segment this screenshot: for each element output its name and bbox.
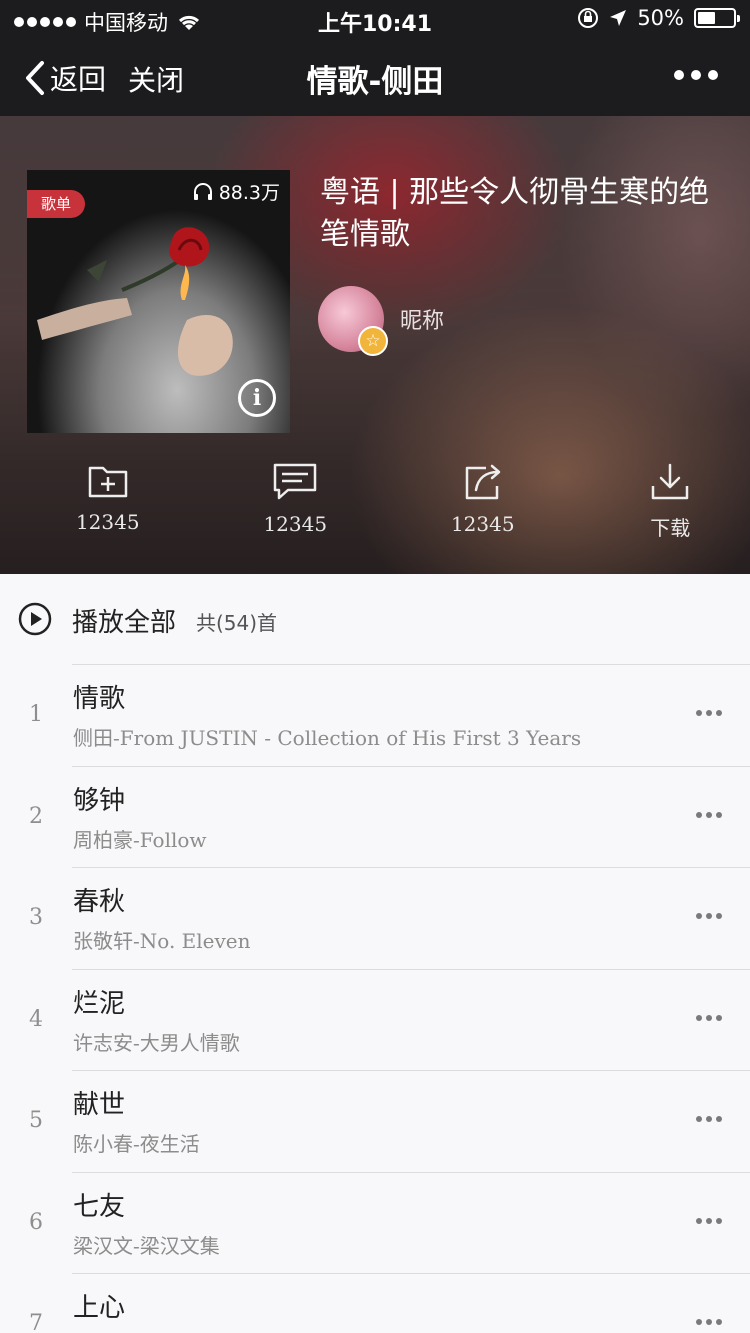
more-menu-button[interactable]	[674, 70, 718, 80]
song-subtitle: 梁汉文-梁汉文集	[73, 1233, 220, 1258]
playlist-tag: 歌单	[27, 190, 86, 218]
comment-button[interactable]: 12345	[216, 462, 376, 541]
song-title: 上心	[73, 1293, 126, 1323]
play-all-row[interactable]: 播放全部 共(54)首	[0, 574, 750, 664]
battery-icon	[694, 8, 740, 28]
song-index: 2	[29, 803, 43, 829]
play-circle-icon[interactable]	[18, 602, 52, 636]
song-title: 够钟	[73, 785, 126, 816]
info-icon[interactable]: i	[238, 379, 276, 417]
song-more-button[interactable]	[696, 1116, 722, 1122]
orientation-lock-icon	[578, 8, 599, 28]
status-bar: 中国移动 上午10:41 50%	[0, 0, 750, 40]
folder-add-icon	[88, 466, 127, 498]
song-index: 4	[29, 1006, 43, 1032]
collect-button[interactable]: 12345	[28, 462, 188, 541]
download-icon	[652, 463, 689, 500]
creator-name: 昵称	[400, 309, 445, 334]
song-more-button[interactable]	[696, 913, 722, 919]
song-title: 春秋	[73, 887, 126, 917]
comment-count: 12345	[263, 512, 328, 536]
share-count: 12345	[450, 512, 515, 536]
song-index: 1	[29, 702, 43, 727]
song-more-button[interactable]	[696, 811, 722, 818]
playlist-header: 歌单 88.3万 i 粤语 | 那些令人彻骨生寒的绝笔情歌 ☆ 昵称 12345…	[0, 116, 750, 574]
avatar[interactable]: ☆	[318, 286, 388, 356]
status-bar-right: 50%	[577, 6, 740, 30]
nav-bar: 返回 关闭 情歌-侧田	[0, 40, 750, 116]
song-count: 共(54)首	[196, 611, 278, 635]
song-title: 情歌	[73, 684, 126, 714]
song-row[interactable]: 4 烂泥 许志安-大男人情歌	[0, 968, 750, 1071]
share-icon	[465, 464, 500, 500]
song-index: 7	[29, 1311, 43, 1333]
song-index: 3	[29, 905, 43, 930]
song-row[interactable]: 3 春秋 张敬轩-No. Eleven	[0, 867, 750, 969]
comment-icon	[274, 463, 317, 500]
song-title: 烂泥	[73, 988, 126, 1019]
song-subtitle: 周柏豪-Follow	[73, 827, 207, 852]
song-row[interactable]: 7 上心	[0, 1273, 750, 1333]
location-icon	[610, 10, 627, 26]
song-subtitle: 许志安-大男人情歌	[73, 1030, 240, 1055]
song-more-button[interactable]	[696, 1217, 722, 1224]
creator[interactable]: ☆ 昵称	[318, 286, 445, 356]
song-list: 1 情歌 侧田-From JUSTIN - Collection of His …	[0, 664, 750, 1333]
play-count-value: 88.3万	[218, 182, 280, 204]
star-badge-icon: ☆	[358, 326, 388, 356]
playlist-cover[interactable]: 歌单 88.3万 i	[27, 170, 290, 433]
song-row[interactable]: 6 七友 梁汉文-梁汉文集	[0, 1171, 750, 1274]
download-label: 下载	[650, 516, 691, 540]
headphones-icon	[193, 182, 212, 200]
song-row[interactable]: 5 献世 陈小春-夜生活	[0, 1070, 750, 1172]
song-subtitle: 侧田-From JUSTIN - Collection of His First…	[73, 726, 582, 750]
song-row[interactable]: 1 情歌 侧田-From JUSTIN - Collection of His …	[0, 664, 750, 766]
song-subtitle: 张敬轩-No. Eleven	[73, 929, 251, 953]
play-count: 88.3万	[193, 178, 280, 205]
song-more-button[interactable]	[696, 1319, 722, 1325]
battery-percent: 50%	[637, 6, 684, 30]
download-button[interactable]: 下载	[591, 462, 750, 541]
song-more-button[interactable]	[696, 710, 722, 716]
action-bar: 12345 12345 12345 下载	[0, 462, 750, 541]
song-index: 5	[29, 1108, 43, 1133]
song-row[interactable]: 2 够钟 周柏豪-Follow	[0, 765, 750, 868]
play-all-label[interactable]: 播放全部	[72, 602, 176, 639]
song-more-button[interactable]	[696, 1014, 722, 1021]
playlist-title: 粤语 | 那些令人彻骨生寒的绝笔情歌	[320, 175, 710, 252]
share-button[interactable]: 12345	[403, 462, 563, 541]
song-index: 6	[29, 1209, 43, 1235]
song-title: 七友	[73, 1191, 126, 1222]
song-subtitle: 陈小春-夜生活	[73, 1132, 200, 1156]
page-title: 情歌-侧田	[306, 64, 444, 100]
song-title: 献世	[73, 1090, 126, 1120]
collect-count: 12345	[75, 510, 140, 534]
